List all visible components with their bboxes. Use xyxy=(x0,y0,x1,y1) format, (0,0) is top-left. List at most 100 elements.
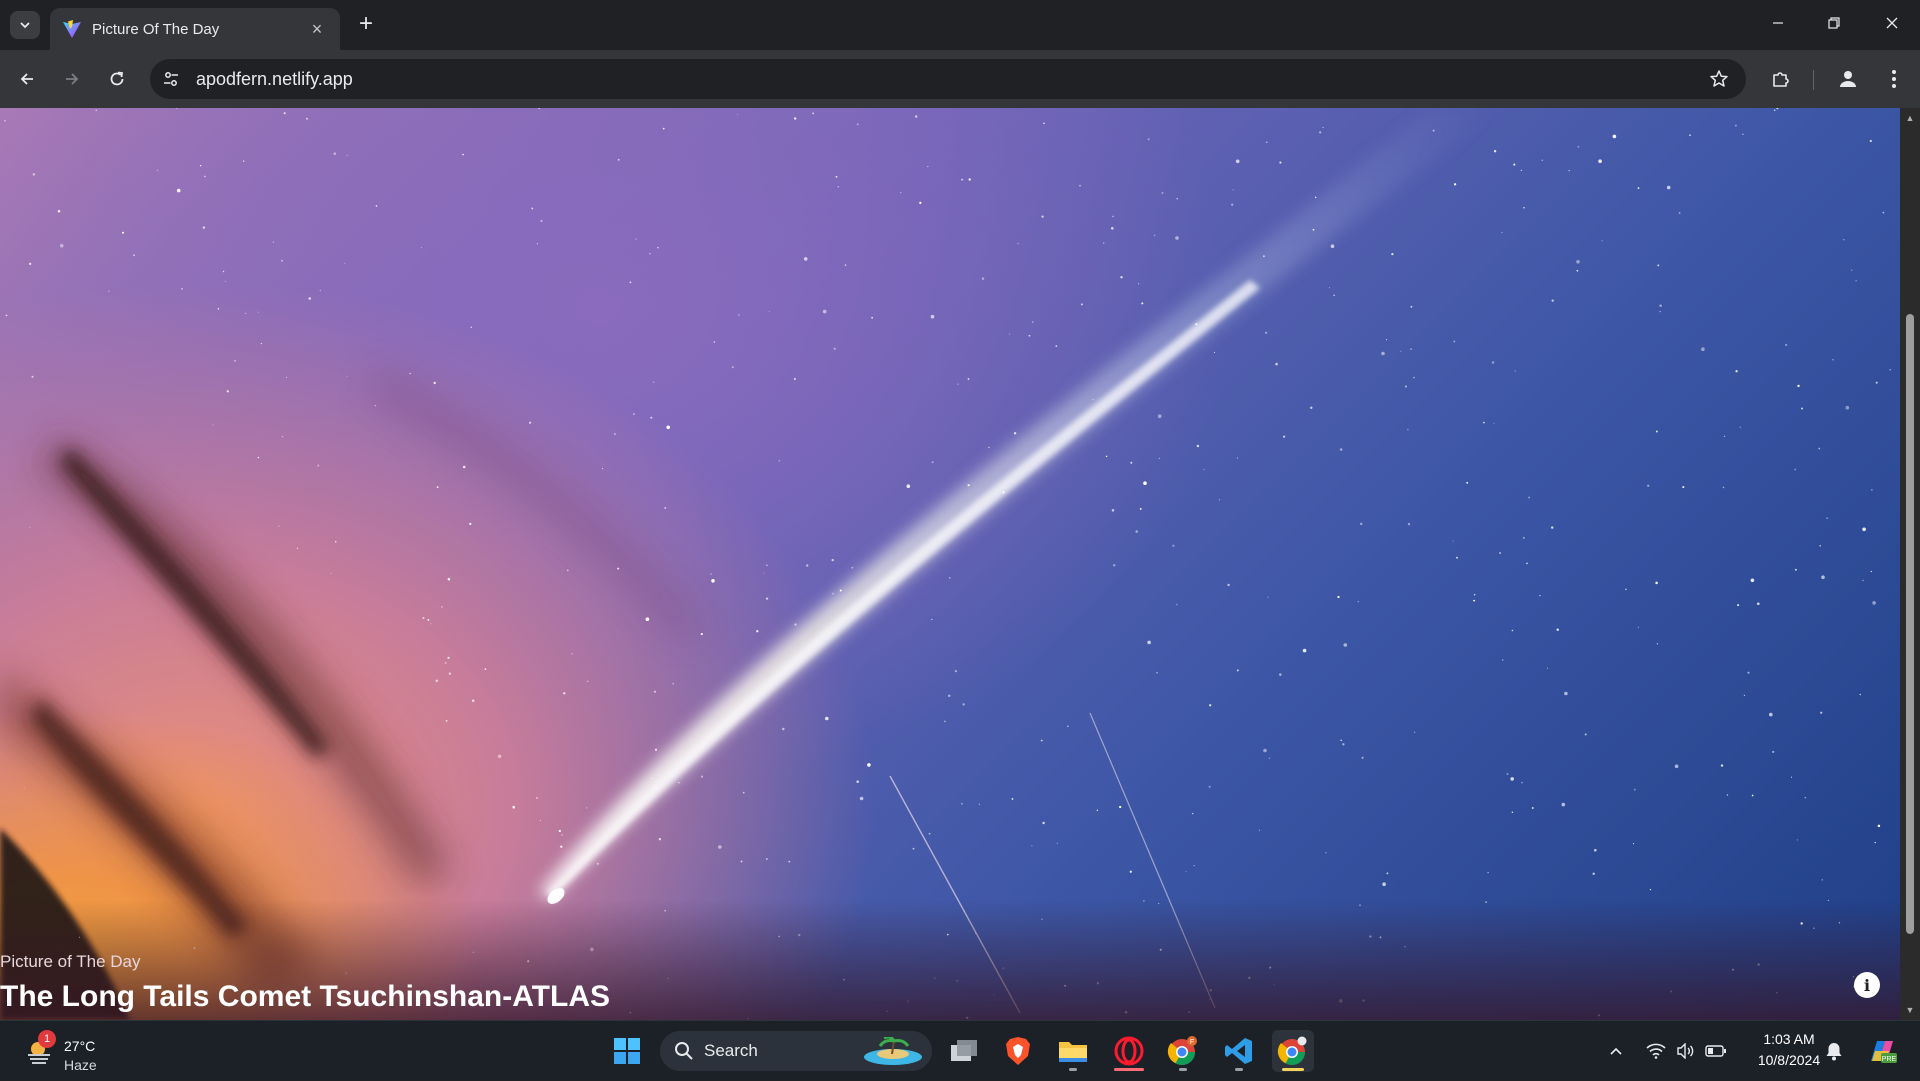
network-button[interactable] xyxy=(1644,1021,1668,1081)
brave-app[interactable] xyxy=(997,1030,1039,1072)
star xyxy=(29,262,32,265)
star xyxy=(1359,522,1363,526)
volume-button[interactable] xyxy=(1674,1021,1698,1081)
star xyxy=(1551,299,1554,302)
star xyxy=(286,376,288,379)
star xyxy=(1067,725,1069,727)
taskbar: 1 27°C Haze Search F 1:03 AM 10/8/2024 P… xyxy=(0,1020,1920,1080)
star xyxy=(176,188,181,193)
site-settings-button[interactable] xyxy=(156,64,186,94)
page-subtitle: Picture of The Day xyxy=(0,952,141,971)
minimize-button[interactable] xyxy=(1750,0,1806,46)
star xyxy=(1821,575,1825,579)
close-window-button[interactable] xyxy=(1864,0,1920,46)
star xyxy=(672,682,675,685)
star xyxy=(560,845,563,848)
menu-button[interactable] xyxy=(1879,64,1909,94)
clock-time[interactable]: 1:03 AM xyxy=(1744,1031,1834,1047)
star xyxy=(1826,517,1828,519)
star xyxy=(1657,264,1660,267)
star xyxy=(1339,448,1343,451)
scrollbar-thumb[interactable] xyxy=(1906,314,1914,934)
star xyxy=(1275,362,1278,366)
star xyxy=(1157,414,1162,419)
bookmark-button[interactable] xyxy=(1702,62,1736,96)
star xyxy=(1819,545,1821,547)
chrome-profile-app[interactable]: F xyxy=(1162,1030,1204,1072)
star xyxy=(202,226,206,229)
star xyxy=(346,154,348,156)
star xyxy=(1407,429,1409,431)
notifications-button[interactable] xyxy=(1822,1021,1846,1081)
scroll-down-icon[interactable]: ▼ xyxy=(1904,1004,1916,1016)
star xyxy=(1843,239,1845,241)
show-hidden-icons-button[interactable] xyxy=(1604,1021,1628,1081)
star xyxy=(306,117,308,120)
star xyxy=(1236,457,1238,459)
speaker-icon xyxy=(1677,1043,1694,1059)
star xyxy=(1720,764,1724,767)
star xyxy=(678,782,680,784)
vertical-scrollbar[interactable]: ▲ ▼ xyxy=(1900,108,1920,1020)
start-button[interactable] xyxy=(606,1030,648,1072)
star xyxy=(1514,370,1516,372)
star xyxy=(317,464,320,467)
star-icon xyxy=(1710,70,1728,87)
tab-close-icon[interactable]: × xyxy=(306,18,328,40)
running-indicator xyxy=(1179,1068,1187,1071)
star xyxy=(4,119,6,122)
copilot-button[interactable]: PRE xyxy=(1864,1021,1900,1081)
tab-search-button[interactable] xyxy=(10,11,40,39)
star xyxy=(1625,588,1627,590)
star xyxy=(1337,595,1340,599)
back-button[interactable] xyxy=(12,64,42,94)
clock-date[interactable]: 10/8/2024 xyxy=(1744,1052,1834,1068)
star xyxy=(1632,843,1635,845)
star xyxy=(1601,240,1603,242)
vscode-app[interactable] xyxy=(1218,1030,1260,1072)
extensions-button[interactable] xyxy=(1766,64,1796,94)
star xyxy=(788,860,791,863)
star xyxy=(1872,601,1876,605)
scroll-up-icon[interactable]: ▲ xyxy=(1904,112,1916,124)
star xyxy=(1175,236,1179,240)
star xyxy=(794,623,797,626)
star xyxy=(851,566,854,569)
star xyxy=(1870,570,1872,573)
chrome-app[interactable] xyxy=(1272,1030,1314,1072)
star xyxy=(949,577,951,579)
forward-button[interactable] xyxy=(57,64,87,94)
arrow-right-icon xyxy=(66,73,79,85)
task-view-button[interactable] xyxy=(943,1030,985,1072)
star xyxy=(1028,334,1031,337)
star xyxy=(635,238,637,240)
weather-widget[interactable]: 1 27°C Haze xyxy=(20,1029,130,1073)
title-bar: Picture Of The Day × + xyxy=(0,0,1920,50)
star xyxy=(1785,343,1788,347)
star xyxy=(536,797,538,799)
hero-image: Picture of The Day The Long Tails Comet … xyxy=(0,108,1900,1020)
opera-app[interactable] xyxy=(1108,1030,1150,1072)
taskbar-search[interactable]: Search xyxy=(660,1031,932,1071)
star xyxy=(1325,851,1327,854)
address-bar[interactable]: apodfern.netlify.app xyxy=(150,59,1746,99)
star xyxy=(806,564,809,567)
file-explorer-app[interactable] xyxy=(1052,1030,1094,1072)
restore-button[interactable] xyxy=(1806,0,1862,46)
tab-active[interactable]: Picture Of The Day × xyxy=(50,8,340,50)
profile-button[interactable] xyxy=(1833,64,1863,94)
star xyxy=(778,460,780,462)
star xyxy=(1193,865,1195,867)
url-text[interactable]: apodfern.netlify.app xyxy=(196,69,1702,90)
reload-button[interactable] xyxy=(102,64,132,94)
star xyxy=(497,754,502,759)
battery-button[interactable] xyxy=(1704,1021,1728,1081)
star xyxy=(1119,805,1122,809)
info-icon[interactable]: i xyxy=(1854,972,1880,998)
star xyxy=(650,416,653,419)
star xyxy=(1637,187,1640,189)
star xyxy=(1111,227,1114,230)
star xyxy=(1282,435,1286,438)
new-tab-button[interactable]: + xyxy=(354,12,378,36)
star xyxy=(1674,764,1679,769)
